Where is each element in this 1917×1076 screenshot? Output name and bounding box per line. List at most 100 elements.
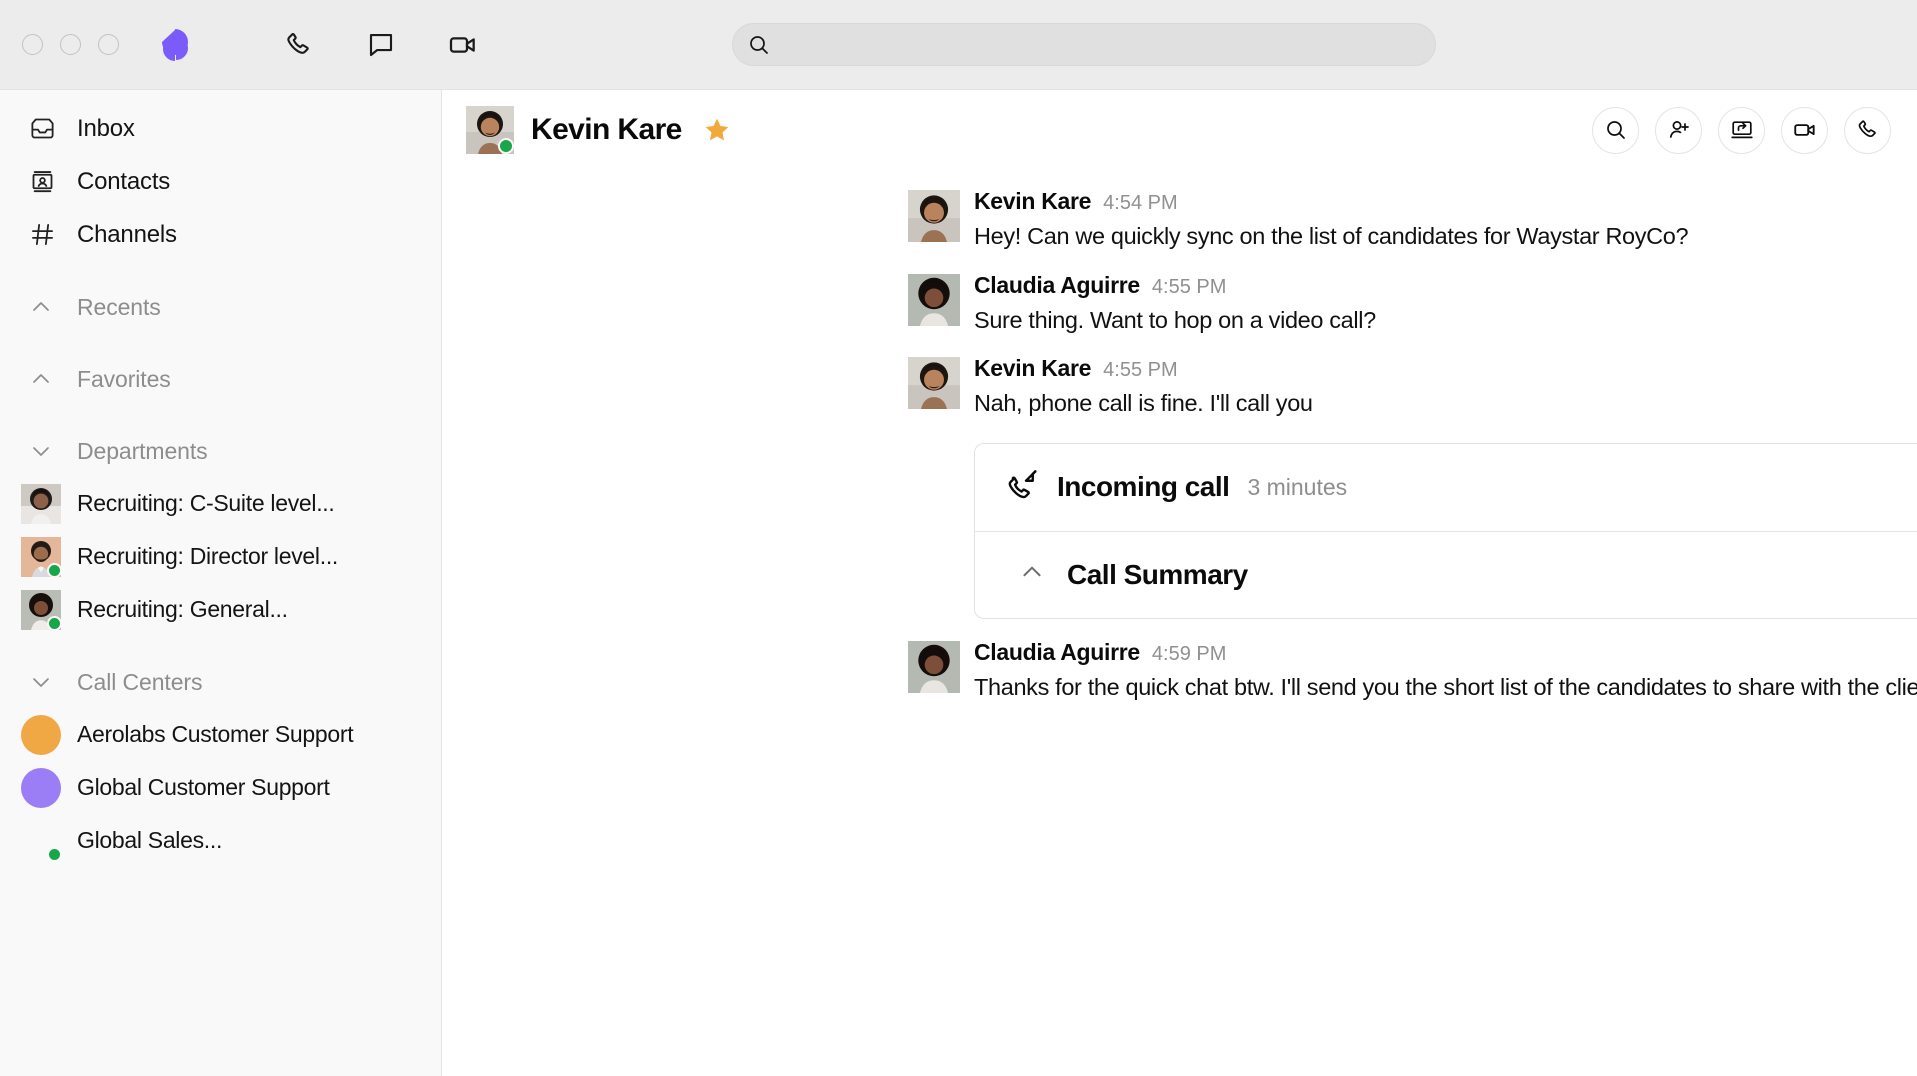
sidebar-item-recruiting-csuite[interactable]: Recruiting: C-Suite level... [0,477,441,530]
video-icon[interactable] [443,25,483,65]
sidebar-section-label: Favorites [77,366,171,393]
chevron-down-icon [29,439,59,463]
contacts-icon [29,168,59,195]
sidebar-item-label: Aerolabs Customer Support [77,721,353,748]
message-meta: Claudia Aguirre 4:59 PM [974,639,1917,666]
minimize-button[interactable] [60,34,81,55]
avatar [21,821,61,861]
sidebar: Inbox Contacts [0,89,442,1076]
sidebar-section-favorites[interactable]: Favorites [0,353,441,405]
add-person-icon[interactable] [1655,107,1702,154]
message-meta: Claudia Aguirre 4:55 PM [974,272,1376,299]
screen-share-icon[interactable] [1718,107,1765,154]
avatar [908,274,960,326]
maximize-button[interactable] [98,34,119,55]
inbox-icon [29,115,59,142]
favorite-star-icon[interactable] [703,116,731,144]
video-icon[interactable] [1781,107,1828,154]
search-icon[interactable] [1592,107,1639,154]
sidebar-section-call-centers[interactable]: Call Centers [0,656,441,708]
status-indicator-online [47,616,62,631]
message-sender: Claudia Aguirre [974,272,1140,299]
message-sender: Claudia Aguirre [974,639,1140,666]
title-bar-icon-group [279,25,483,65]
chevron-down-icon [29,670,59,694]
window-controls [22,34,119,55]
message-timestamp: 4:54 PM [1103,192,1177,215]
sidebar-item-label: Global Customer Support [77,774,330,801]
sidebar-item-recruiting-director[interactable]: Recruiting: Director level... [0,530,441,583]
call-event-card: Incoming call 3 minutes Call Summary [974,443,1917,619]
message-sender: Kevin Kare [974,188,1091,215]
search-input[interactable] [781,35,1435,55]
message-timestamp: 4:55 PM [1103,359,1177,382]
sidebar-item-label: Recruiting: C-Suite level... [77,490,334,517]
call-duration: 3 minutes [1247,474,1347,501]
title-bar [0,0,1917,89]
sidebar-item-label: Recruiting: Director level... [77,543,338,570]
sidebar-item-channels[interactable]: Channels [0,208,441,261]
sidebar-item-label: Recruiting: General... [77,596,288,623]
avatar [908,357,960,409]
message-text: Sure thing. Want to hop on a video call? [974,305,1376,336]
message-text: Nah, phone call is fine. I'll call you [974,388,1313,419]
chevron-up-icon [29,295,59,319]
app-body: Inbox Contacts [0,89,1917,1076]
message-item: Kevin Kare 4:55 PM Nah, phone call is fi… [442,345,1917,429]
search-icon [747,33,771,57]
chevron-up-icon [1019,559,1045,590]
sidebar-section-label: Departments [77,438,208,465]
avatar [908,190,960,242]
message-text: Hey! Can we quickly sync on the list of … [974,221,1688,252]
global-search[interactable] [732,23,1436,66]
sidebar-item-aerolabs-customer-support[interactable]: Aerolabs Customer Support [0,708,441,761]
phone-icon[interactable] [1844,107,1891,154]
message-timestamp: 4:59 PM [1152,643,1226,666]
sidebar-item-label: Inbox [77,115,135,143]
message-sender: Kevin Kare [974,355,1091,382]
message-item: Claudia Aguirre 4:59 PM Thanks for the q… [442,629,1917,713]
avatar [21,537,61,577]
phone-icon[interactable] [279,25,319,65]
sidebar-item-recruiting-general[interactable]: Recruiting: General... [0,583,441,636]
sidebar-section-recents[interactable]: Recents [0,281,441,333]
conversation-actions [1592,107,1891,154]
sidebar-section-label: Call Centers [77,669,202,696]
incoming-call-row: Incoming call 3 minutes [975,444,1917,532]
phone-incoming-icon [1005,468,1039,507]
avatar [21,715,61,755]
conversation-pane: Kevin Kare [442,89,1917,1076]
message-icon[interactable] [361,25,401,65]
sidebar-item-label: Channels [77,221,177,249]
sidebar-item-inbox[interactable]: Inbox [0,102,441,155]
call-summary-toggle[interactable]: Call Summary [975,532,1917,618]
call-title: Incoming call [1057,471,1229,503]
message-body: Claudia Aguirre 4:59 PM Thanks for the q… [908,639,1917,703]
message-meta: Kevin Kare 4:54 PM [974,188,1688,215]
message-body: Kevin Kare 4:55 PM Nah, phone call is fi… [908,355,1343,419]
message-meta: Kevin Kare 4:55 PM [974,355,1313,382]
status-indicator-online [47,847,62,862]
status-indicator-online [47,563,62,578]
sidebar-item-global-sales[interactable]: Global Sales... [0,814,441,867]
call-summary-label: Call Summary [1067,559,1248,591]
page-title: Kevin Kare [531,113,682,147]
avatar [21,484,61,524]
conversation-identity: Kevin Kare [466,106,731,154]
hash-icon [29,221,59,248]
message-body: Kevin Kare 4:54 PM Hey! Can we quickly s… [908,188,1718,252]
avatar [466,106,514,154]
avatar [21,768,61,808]
chevron-up-icon [29,367,59,391]
dialpad-logo-icon [153,25,199,65]
sidebar-item-contacts[interactable]: Contacts [0,155,441,208]
message-list[interactable]: Kevin Kare 4:54 PM Hey! Can we quickly s… [442,170,1917,1076]
sidebar-item-global-customer-support[interactable]: Global Customer Support [0,761,441,814]
app-window: Inbox Contacts [0,0,1917,1076]
sidebar-item-label: Contacts [77,168,170,196]
close-button[interactable] [22,34,43,55]
sidebar-section-departments[interactable]: Departments [0,425,441,477]
sidebar-item-label: Global Sales... [77,827,222,854]
sidebar-section-label: Recents [77,294,161,321]
conversation-header: Kevin Kare [442,90,1917,170]
